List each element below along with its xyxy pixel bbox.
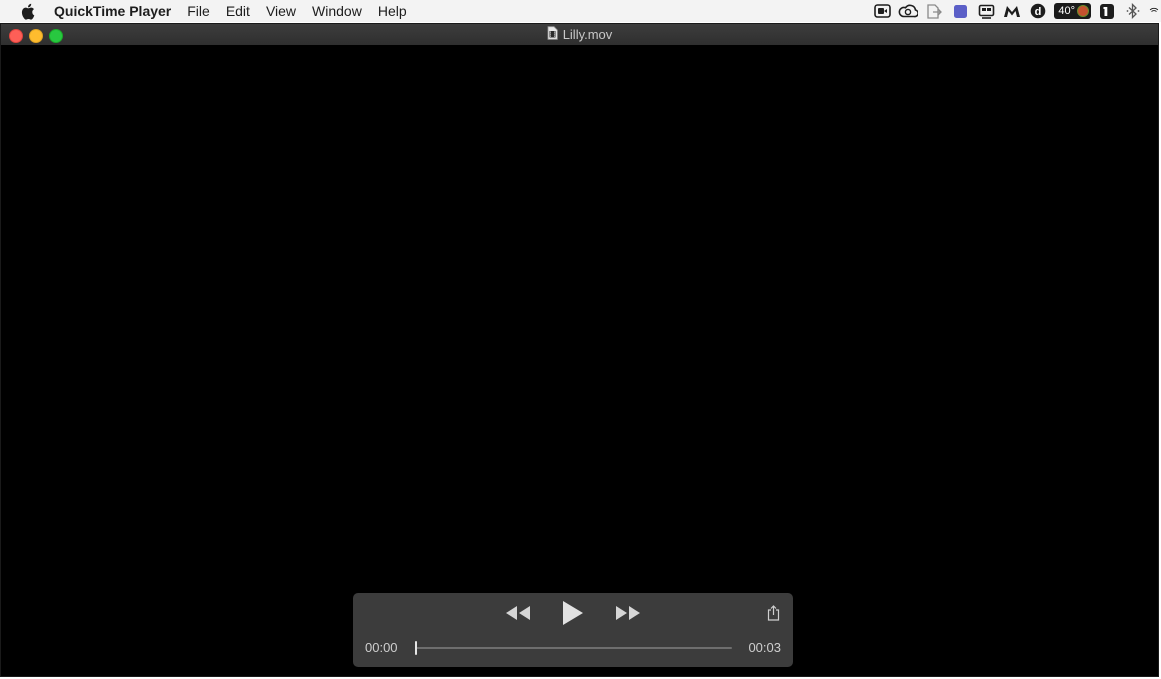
menu-view[interactable]: View — [258, 0, 304, 22]
weather-widget[interactable]: 40° — [1054, 3, 1091, 19]
menu-edit[interactable]: Edit — [218, 0, 258, 22]
weather-icon — [1077, 5, 1089, 17]
video-area[interactable] — [1, 45, 1158, 676]
svg-text:d: d — [1035, 6, 1042, 18]
movie-file-icon — [547, 26, 558, 43]
play-button[interactable] — [560, 599, 586, 627]
duration-time: 00:03 — [748, 640, 781, 655]
screen-share-icon[interactable] — [976, 3, 996, 19]
menu-bar: QuickTime Player File Edit View Window H… — [0, 0, 1161, 22]
share-icon — [767, 605, 779, 621]
current-time: 00:00 — [365, 640, 398, 655]
fast-forward-icon — [616, 606, 640, 620]
malwarebytes-icon[interactable] — [1002, 3, 1022, 19]
menu-help[interactable]: Help — [370, 0, 415, 22]
apple-menu-icon[interactable] — [9, 3, 45, 20]
status-area: d 40° — [872, 0, 1161, 22]
temperature-label: 40° — [1058, 5, 1075, 17]
scrubber-track[interactable] — [415, 641, 732, 655]
menu-app-name[interactable]: QuickTime Player — [45, 0, 179, 22]
rewind-button[interactable] — [503, 601, 533, 625]
bluetooth-icon[interactable] — [1123, 3, 1143, 19]
play-icon — [563, 601, 583, 625]
dashlane-icon[interactable]: d — [1028, 3, 1048, 19]
document-arrow-icon[interactable] — [924, 3, 944, 19]
scrubber-playhead[interactable] — [415, 641, 417, 655]
playback-controls[interactable]: 00:00 00:03 — [353, 593, 793, 667]
title-bar[interactable]: Lilly.mov — [1, 24, 1158, 46]
menu-file[interactable]: File — [179, 0, 218, 22]
window-title-text: Lilly.mov — [562, 27, 613, 42]
creative-cloud-icon[interactable] — [898, 3, 919, 19]
wifi-icon[interactable] — [1149, 3, 1159, 19]
menu-window[interactable]: Window — [304, 0, 370, 22]
video-camera-icon[interactable] — [872, 3, 892, 19]
app-square-icon[interactable] — [950, 3, 970, 19]
share-button[interactable] — [765, 603, 781, 623]
fast-forward-button[interactable] — [613, 601, 643, 625]
window-title: Lilly.mov — [1, 24, 1158, 45]
rewind-icon — [506, 606, 530, 620]
one-password-icon[interactable] — [1097, 3, 1117, 19]
player-window: Lilly.mov — [0, 23, 1159, 677]
